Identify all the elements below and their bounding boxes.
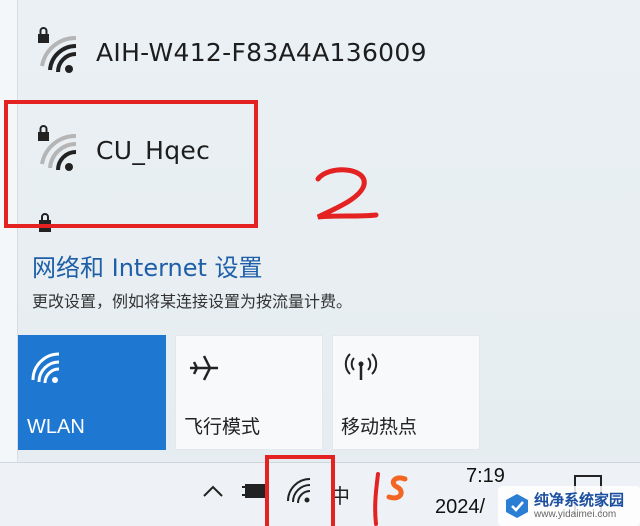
left-edge [0, 0, 18, 462]
network-wifi-icon[interactable] [286, 477, 314, 505]
airplane-mode-toggle[interactable]: 飞行模式 [175, 335, 323, 450]
watermark-title: 纯净系统家园 [534, 491, 625, 509]
clock-date[interactable]: 2024/ [435, 496, 485, 519]
show-hidden-icons-chevron-up-icon[interactable] [202, 483, 224, 499]
network-settings-description: 更改设置，例如将某连接设置为按流量计费。 [32, 292, 353, 311]
secured-wifi-icon [38, 27, 77, 73]
airplane-mode-label: 飞行模式 [184, 416, 261, 438]
airplane-icon [190, 355, 218, 381]
mobile-hotspot-label: 移动热点 [341, 416, 418, 438]
network-name: AIH-W412-F83A4A136009 [96, 38, 427, 67]
sogou-input-icon[interactable] [383, 473, 413, 505]
battery-charging-icon[interactable] [240, 479, 270, 503]
lock-icon [39, 213, 51, 232]
hotspot-icon [344, 353, 378, 380]
annotation-number [315, 167, 379, 220]
watermark: 纯净系统家园 www.yidaimei.com [498, 486, 640, 526]
input-method-indicator[interactable]: 中 [330, 480, 350, 509]
network-settings-link[interactable]: 网络和 Internet 设置 [32, 248, 263, 283]
watermark-logo-icon [506, 494, 528, 518]
network-name: CU_Hqec [96, 136, 211, 165]
annotation-mark [373, 472, 380, 526]
wlan-label: WLAN [27, 416, 85, 438]
mobile-hotspot-toggle[interactable]: 移动热点 [332, 335, 480, 450]
network-item[interactable]: AIH-W412-F83A4A136009 [18, 0, 640, 96]
clock-time[interactable]: 7:19 [466, 465, 505, 488]
secured-wifi-icon [38, 125, 77, 171]
wifi-icon [31, 352, 60, 384]
watermark-url: www.yidaimei.com [534, 509, 617, 520]
network-flyout: AIH-W412-F83A4A136009 CU_Hqec 网络和 Intern… [18, 0, 640, 462]
wlan-toggle[interactable]: WLAN [18, 335, 166, 450]
